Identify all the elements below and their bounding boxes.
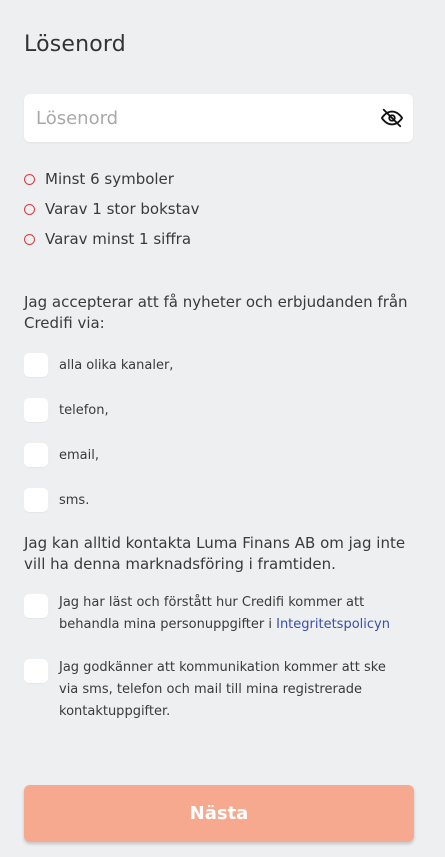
rule-status-icon	[24, 203, 35, 215]
channel-phone-label: telefon,	[59, 402, 109, 418]
channel-email-option[interactable]: email,	[24, 443, 99, 467]
communication-checkbox[interactable]	[24, 659, 48, 683]
privacy-policy-link[interactable]: Integritetspolicyn	[276, 617, 390, 632]
page-title: Lösenord	[24, 32, 126, 57]
rule-label: Minst 6 symboler	[45, 170, 174, 188]
privacy-agreement: Jag har läst och förstått hur Credifi ko…	[24, 594, 399, 636]
communication-agreement: Jag godkänner att kommunikation kommer a…	[24, 659, 399, 723]
rule-status-icon	[24, 233, 35, 245]
rule-item: Varav 1 stor bokstav	[24, 194, 200, 224]
channel-all-checkbox[interactable]	[24, 353, 48, 377]
channel-email-checkbox[interactable]	[24, 443, 48, 467]
next-button[interactable]: Nästa	[24, 785, 414, 842]
password-field-container	[24, 94, 413, 142]
rule-item: Minst 6 symboler	[24, 164, 200, 194]
rule-label: Varav 1 stor bokstav	[45, 200, 200, 218]
channel-email-label: email,	[59, 447, 99, 463]
rule-status-icon	[24, 173, 35, 185]
marketing-notice: Jag kan alltid kontakta Luma Finans AB o…	[24, 534, 406, 573]
channel-sms-option[interactable]: sms.	[24, 488, 89, 512]
channel-all-option[interactable]: alla olika kanaler,	[24, 353, 173, 377]
rule-label: Varav minst 1 siffra	[45, 230, 192, 248]
privacy-text-block: Jag har läst och förstått hur Credifi ko…	[59, 592, 399, 636]
channel-phone-option[interactable]: telefon,	[24, 398, 109, 422]
channel-sms-checkbox[interactable]	[24, 488, 48, 512]
channel-sms-label: sms.	[59, 492, 90, 508]
channel-phone-checkbox[interactable]	[24, 398, 48, 422]
channel-all-label: alla olika kanaler,	[59, 357, 174, 373]
privacy-checkbox[interactable]	[24, 594, 48, 618]
password-input[interactable]	[24, 94, 364, 142]
marketing-intro: Jag accepterar att få nyheter och erbjud…	[24, 293, 408, 332]
password-rules: Minst 6 symboler Varav 1 stor bokstav Va…	[24, 164, 200, 254]
rule-item: Varav minst 1 siffra	[24, 224, 200, 254]
eye-slash-icon[interactable]	[381, 107, 403, 129]
communication-text: Jag godkänner att kommunikation kommer a…	[59, 660, 386, 719]
